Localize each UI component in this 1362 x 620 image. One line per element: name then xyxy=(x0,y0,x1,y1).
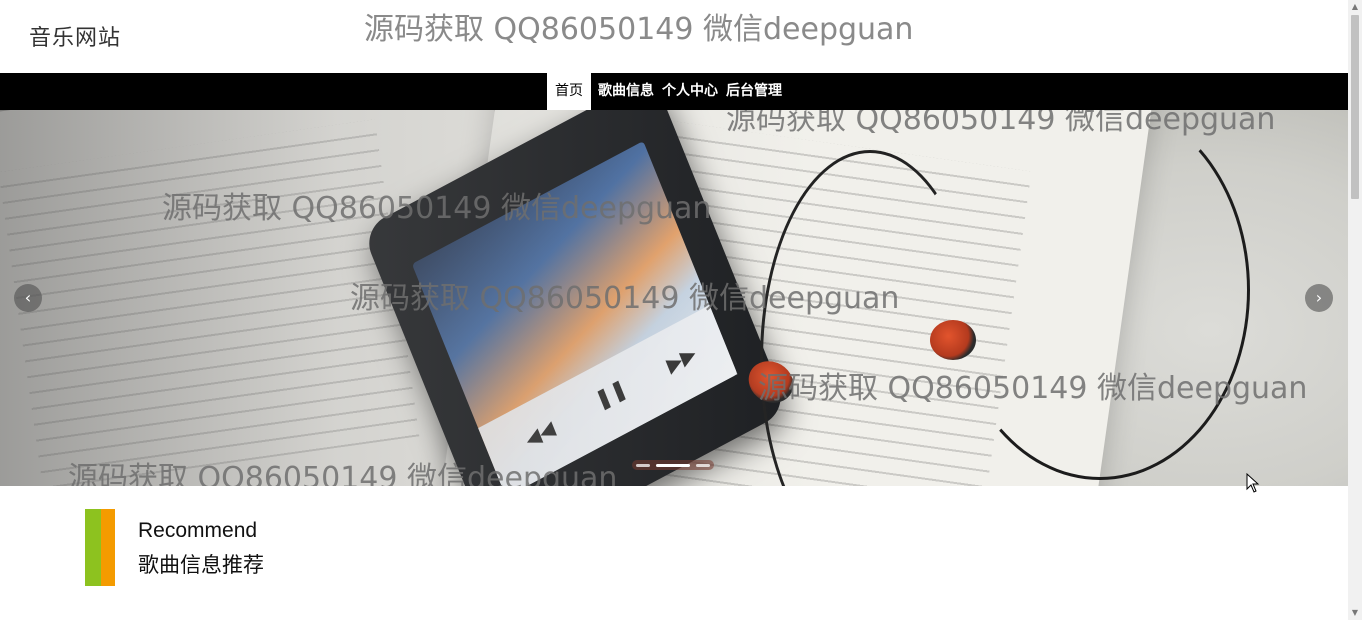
nav-item-songs[interactable]: 歌曲信息 xyxy=(594,73,658,110)
page: 音乐网站 源码获取 QQ86050149 微信deepguan 首页 歌曲信息 … xyxy=(0,0,1348,620)
chevron-right-icon: › xyxy=(1315,288,1323,307)
nav-item-personal-center[interactable]: 个人中心 xyxy=(658,73,722,110)
site-title[interactable]: 音乐网站 xyxy=(29,20,121,52)
main-nav: 首页 歌曲信息 个人中心 后台管理 xyxy=(0,73,1348,110)
watermark-text: 源码获取 QQ86050149 微信deepguan xyxy=(726,110,1276,137)
chevron-left-icon: ‹ xyxy=(24,288,32,307)
mouse-pointer-icon xyxy=(1246,473,1260,493)
watermark-text: 源码获取 QQ86050149 微信deepguan xyxy=(350,281,900,316)
nav-item-admin[interactable]: 后台管理 xyxy=(722,73,786,110)
carousel-prev-button[interactable]: ‹ xyxy=(14,284,42,312)
carousel-indicator[interactable] xyxy=(696,463,710,467)
carousel-indicator[interactable] xyxy=(636,463,650,467)
nav-item-home[interactable]: 首页 xyxy=(547,73,591,110)
carousel-indicator-active[interactable] xyxy=(655,463,691,467)
carousel-banner: ❚❚ ▶▶ ◀◀ 源码获取 QQ86050149 微信deepguan 源码获取… xyxy=(0,110,1348,486)
site-header: 音乐网站 源码获取 QQ86050149 微信deepguan xyxy=(0,0,1348,73)
vertical-scrollbar[interactable]: ▲ ▼ xyxy=(1348,0,1362,620)
recommend-title-cn: 歌曲信息推荐 xyxy=(138,553,264,577)
carousel-next-button[interactable]: › xyxy=(1305,284,1333,312)
scrollbar-thumb[interactable] xyxy=(1351,15,1359,199)
watermark-text: 源码获取 QQ86050149 微信deepguan xyxy=(162,191,712,226)
recommend-section-heading: Recommend 歌曲信息推荐 xyxy=(85,509,685,587)
carousel-indicators xyxy=(632,460,714,470)
heading-accent-orange xyxy=(101,509,115,586)
nav-items: 首页 歌曲信息 个人中心 后台管理 xyxy=(547,73,786,110)
watermark-text: 源码获取 QQ86050149 微信deepguan xyxy=(364,12,914,47)
recommend-title-en: Recommend xyxy=(138,519,258,542)
watermark-text: 源码获取 QQ86050149 微信deepguan xyxy=(68,461,618,486)
watermark-text: 源码获取 QQ86050149 微信deepguan xyxy=(758,371,1308,406)
triangle-down-icon[interactable]: ▼ xyxy=(1348,606,1362,620)
heading-accent-green xyxy=(85,509,101,586)
triangle-up-icon[interactable]: ▲ xyxy=(1348,0,1362,14)
